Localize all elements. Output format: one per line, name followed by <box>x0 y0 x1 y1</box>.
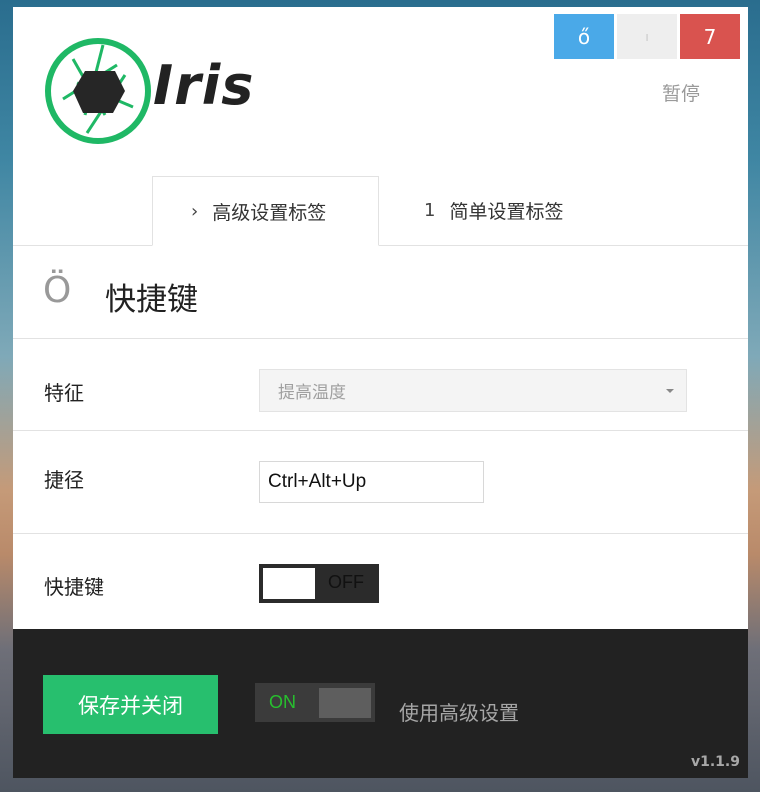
divider <box>13 430 748 431</box>
toggle-knob <box>319 688 371 718</box>
app-name: Iris <box>153 54 255 117</box>
footer-bar: 保存并关闭 ON 使用高级设置 v1.1.9 <box>13 629 748 778</box>
section-title: 快捷键 <box>105 282 198 318</box>
simple-settings-icon: 1 <box>424 200 436 221</box>
toggle-state-text: ON <box>269 692 296 712</box>
window-button-1[interactable]: ő <box>554 14 614 59</box>
close-button-glyph: 7 <box>703 24 717 49</box>
keyboard-icon: Ö <box>43 270 72 311</box>
hotkeys-toggle[interactable]: OFF <box>259 564 379 603</box>
shortcut-label: 捷径 <box>44 468 84 492</box>
tab-simple-settings[interactable]: 1 简单设置标签 <box>424 176 654 245</box>
save-and-close-button[interactable]: 保存并关闭 <box>43 675 218 734</box>
feature-select[interactable]: 提高温度 <box>259 369 687 412</box>
pause-link[interactable]: 暂停 <box>662 79 700 106</box>
advanced-settings-toggle[interactable]: ON <box>255 683 375 722</box>
toggle-state-text: OFF <box>328 572 364 592</box>
close-button[interactable]: 7 <box>680 14 740 59</box>
iris-logo-icon <box>45 38 151 144</box>
caret-down-icon <box>666 389 674 393</box>
hotkeys-label: 快捷键 <box>44 575 104 599</box>
window-button-2[interactable]: ı <box>617 14 677 59</box>
divider <box>13 338 748 339</box>
shortcut-input[interactable]: Ctrl+Alt+Up <box>259 461 484 503</box>
divider <box>13 533 748 534</box>
advanced-settings-label: 使用高级设置 <box>399 701 519 725</box>
tab-advanced-settings[interactable]: › 高级设置标签 <box>152 176 379 246</box>
app-window: ő ı 7 暂停 Iris › 高级设置标签 1 简单设置标签 Ö 快捷键 特征… <box>13 7 748 778</box>
toggle-knob <box>263 568 315 599</box>
feature-select-placeholder: 提高温度 <box>278 383 346 403</box>
window-button-2-glyph: ı <box>645 29 649 44</box>
window-button-1-glyph: ő <box>577 24 591 49</box>
tab-divider <box>13 245 748 246</box>
tab-label: 高级设置标签 <box>212 201 327 224</box>
version-label: v1.1.9 <box>691 754 740 770</box>
chevron-right-icon: › <box>191 200 199 222</box>
feature-label: 特征 <box>44 381 84 405</box>
tab-label: 简单设置标签 <box>449 201 564 223</box>
